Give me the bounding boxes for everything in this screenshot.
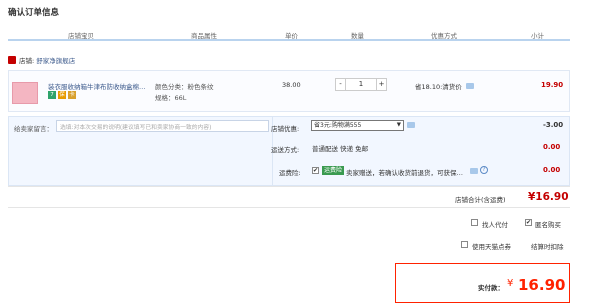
store-total-value: ¥16.90 [528,191,569,203]
pay-currency: ¥ [507,278,514,289]
coupon-selected-value: 省3元:购物满555 [314,122,362,129]
insurance-tag: 运费险 [322,166,345,175]
header-price: 单价 [285,32,298,40]
shop-label: 店铺: [19,57,35,65]
pay-amount: 16.90 [518,276,566,294]
shipping-amount: 0.00 [543,143,561,151]
product-title-link[interactable]: 装衣服收纳箱牛津布防收纳盒棉… [48,81,146,91]
promo-text: 省18.10:清货价 [415,81,474,91]
insurance-checkbox[interactable]: ✔ [312,167,319,174]
coupon-amount: -3.00 [543,121,564,129]
insurance-amount: 0.00 [543,166,561,174]
table-header: 店铺宝贝 商品属性 单价 数量 优惠方式 小计 [8,28,570,41]
settlement-deduction-text: 结算时扣除 [531,243,564,251]
seven-day-return-icon: 7 [48,91,56,99]
shop-name-link[interactable]: 舒家净旗舰店 [36,55,75,65]
remark-input[interactable]: 选填:对本次交易的说明(建议填写已和卖家协商一致的内容) [56,120,269,132]
header-item: 店铺宝贝 [68,32,94,40]
quantity-stepper: - 1 + [335,78,387,91]
header-attr: 商品属性 [191,32,217,40]
product-attr-spec: 规格：66L [155,94,187,102]
header-subtotal: 小计 [531,32,544,40]
item-subtotal: 19.90 [541,81,564,89]
promo-label: 省18.10:清货价 [415,83,462,91]
insurance-label: 运费险: [279,169,301,177]
header-qty: 数量 [351,32,364,40]
shop-row: 店铺: 舒家净旗舰店 [8,55,75,65]
service-badges: 7 保 卡 [48,91,76,99]
dropdown-arrow-icon: ▼ [396,122,401,128]
header-promo: 优惠方式 [431,32,457,40]
unit-price: 38.00 [282,81,301,89]
message-icon[interactable] [465,83,474,89]
insurance-text: 卖家赠送，若确认收货前退货，可获保… [346,169,463,177]
order-item-row [8,70,570,112]
product-attr-color: 颜色分类：粉色条纹 [155,83,214,91]
product-thumbnail[interactable] [12,82,38,104]
shipping-method: 普通配送 快递 免邮 [312,145,369,153]
message-icon[interactable] [407,122,415,128]
qty-plus-button[interactable]: + [376,78,387,91]
message-icon[interactable] [470,168,478,174]
anonymous-checkbox[interactable]: ✔ [525,219,532,226]
pay-label: 实付款： [478,284,504,292]
store-total-label: 店铺合计(含运费) [455,196,506,204]
coupon-select[interactable]: 省3元:购物满555 ▼ [311,120,404,131]
coupon-label: 店铺优惠: [271,125,300,133]
tmall-points-label: 使用天猫点券 [472,243,511,251]
help-icon[interactable]: ? [480,166,488,174]
qty-input[interactable]: 1 [346,78,376,91]
pay-for-me-checkbox[interactable] [471,219,478,226]
pay-for-me-label: 找人代付 [482,221,508,229]
page-title: 确认订单信息 [8,8,60,18]
remark-label: 给卖家留言： [14,125,53,133]
qty-minus-button[interactable]: - [335,78,346,91]
anonymous-label: 匿名购买 [535,221,561,229]
credit-card-icon: 卡 [68,91,76,99]
tmall-points-checkbox[interactable] [461,241,468,248]
shop-icon [8,56,16,64]
guarantee-icon: 保 [58,91,66,99]
shipping-label: 运送方式: [271,146,300,154]
